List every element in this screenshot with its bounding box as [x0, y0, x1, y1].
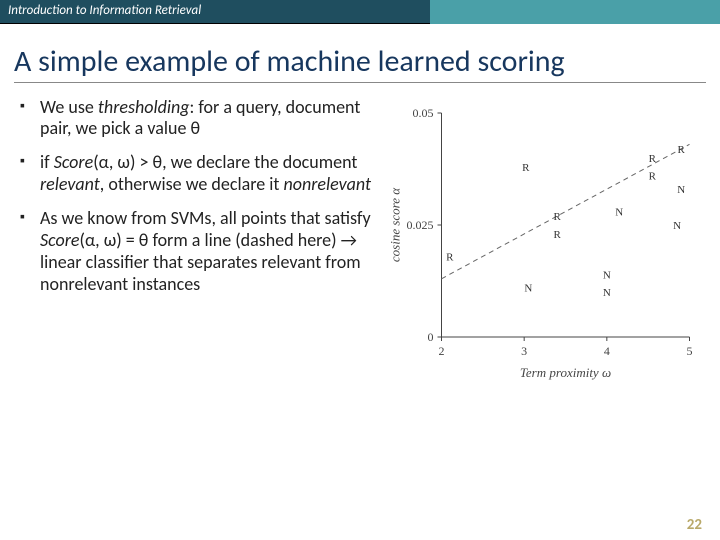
- text: (α, ω) = θ form a line (dashed here) → l…: [40, 229, 361, 295]
- svg-text:N: N: [603, 269, 611, 281]
- svg-text:R: R: [678, 143, 686, 155]
- svg-text:N: N: [603, 287, 611, 299]
- header-bar: Introduction to Information Retrieval: [0, 0, 720, 24]
- page-number: 22: [687, 516, 702, 534]
- scatter-chart: 0 0.025 0.05 2 3 4 5 Term proximity ω cosine sco…: [373, 103, 710, 383]
- header-accent: [430, 0, 720, 24]
- svg-text:3: 3: [521, 344, 527, 358]
- svg-text:Term proximity ω: Term proximity ω: [520, 365, 611, 380]
- svg-text:N: N: [673, 220, 681, 232]
- text: We use: [40, 96, 98, 118]
- bullet-2: if Score(α, ω) > θ, we declare the docum…: [18, 152, 373, 196]
- svg-text:5: 5: [687, 344, 693, 358]
- svg-text:R: R: [554, 228, 562, 240]
- svg-text:0.025: 0.025: [407, 218, 434, 232]
- svg-text:N: N: [677, 184, 685, 196]
- bullet-1: We use thresholding: for a query, docume…: [18, 97, 373, 141]
- emph: nonrelevant: [284, 173, 372, 195]
- content-area: We use thresholding: for a query, docume…: [0, 97, 720, 383]
- bullet-3: As we know from SVMs, all points that sa…: [18, 208, 373, 296]
- svg-text:N: N: [615, 206, 623, 218]
- emph: Score: [40, 229, 79, 251]
- slide-title: A simple example of machine learned scor…: [14, 46, 706, 83]
- svg-text:cosine score α: cosine score α: [388, 186, 403, 261]
- svg-text:R: R: [522, 161, 530, 173]
- svg-text:R: R: [649, 152, 657, 164]
- text: if: [40, 151, 54, 173]
- course-title: Introduction to Information Retrieval: [0, 0, 430, 24]
- svg-text:0.05: 0.05: [413, 106, 434, 120]
- bullet-list: We use thresholding: for a query, docume…: [18, 97, 373, 383]
- emph: thresholding: [98, 96, 190, 118]
- text: (α, ω) > θ, we declare the document: [93, 151, 357, 173]
- text: As we know from SVMs, all points that sa…: [40, 207, 371, 229]
- emph: relevant: [40, 173, 100, 195]
- svg-text:R: R: [649, 170, 657, 182]
- emph: Score: [54, 151, 93, 173]
- svg-text:R: R: [554, 211, 562, 223]
- svg-text:0: 0: [428, 330, 434, 344]
- chart-svg: 0 0.025 0.05 2 3 4 5 Term proximity ω cosine sco…: [373, 103, 710, 383]
- svg-text:2: 2: [439, 344, 445, 358]
- text: , otherwise we declare it: [100, 173, 284, 195]
- svg-text:N: N: [524, 282, 532, 294]
- svg-text:4: 4: [604, 344, 610, 358]
- svg-text:R: R: [446, 251, 454, 263]
